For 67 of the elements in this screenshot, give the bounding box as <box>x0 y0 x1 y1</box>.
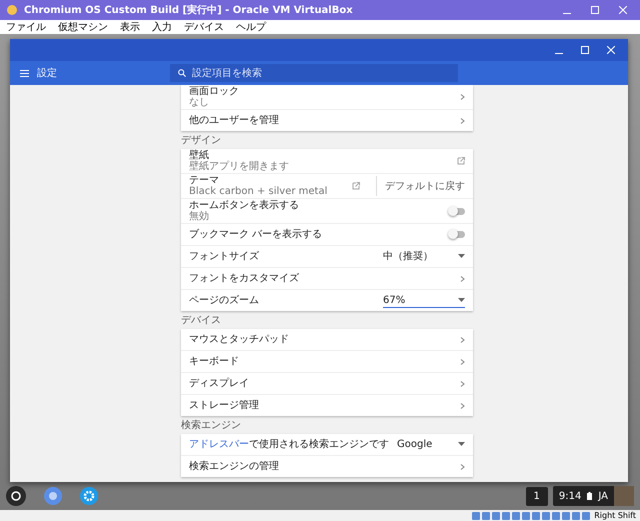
minimize-icon <box>555 52 563 54</box>
setting-value: Black carbon + silver metal <box>189 186 328 197</box>
setting-label: フォントをカスタマイズ <box>189 273 300 284</box>
external-link-icon <box>457 157 465 165</box>
caret-icon <box>458 254 465 258</box>
chevron-icon <box>460 380 465 386</box>
chevron-icon <box>460 94 465 100</box>
chevron-icon <box>460 358 465 364</box>
setting-label: 他のユーザーを管理 <box>189 115 280 126</box>
section-title: デザイン <box>181 134 222 148</box>
close-icon <box>607 46 615 54</box>
status-tray[interactable]: 9:14 JA <box>552 486 634 506</box>
setting-label: フォントサイズ <box>189 251 260 262</box>
caret-icon <box>458 298 465 302</box>
menu-item[interactable]: ファイル <box>6 20 46 34</box>
menu-item[interactable]: ヘルプ <box>236 20 266 34</box>
launcher-icon[interactable] <box>6 486 26 506</box>
menu-item[interactable]: 表示 <box>120 20 140 34</box>
setting-label: 壁紙 <box>189 150 210 161</box>
chevron-icon <box>460 402 465 408</box>
setting-label: ストレージ管理 <box>189 400 260 411</box>
chevron-icon <box>460 276 465 282</box>
menu-item[interactable]: デバイス <box>184 20 224 34</box>
setting-value: 無効 <box>189 211 210 222</box>
battery-icon <box>587 492 592 500</box>
setting-label: テーマ <box>189 175 220 186</box>
desk-badge[interactable]: 1 <box>526 486 548 506</box>
caret-icon <box>458 442 465 446</box>
setting-label: 検索エンジンの管理 <box>189 461 280 472</box>
dropdown[interactable]: 中（推奨） <box>383 250 465 264</box>
avatar-placeholder <box>614 486 634 506</box>
chevron-icon <box>460 336 465 342</box>
section-title: 検索エンジン <box>181 418 242 433</box>
setting-label: ホームボタンを表示する <box>189 200 300 211</box>
setting-value: なし <box>189 97 210 108</box>
setting-label: キーボード <box>189 356 240 367</box>
menu-item[interactable]: 入力 <box>152 20 172 34</box>
maximize-icon <box>581 46 589 54</box>
dropdown[interactable]: 67% <box>383 294 465 308</box>
maximize-icon <box>591 6 599 14</box>
toggle-switch[interactable] <box>449 231 465 238</box>
minimize-icon <box>563 12 571 14</box>
section-title: デバイス <box>181 314 222 328</box>
setting-label: 画面ロック <box>189 86 240 97</box>
reset-default-button[interactable]: デフォルトに戻す <box>376 176 465 196</box>
window-title: Chromium OS Custom Build [実行中] - Oracle VM VirtualBox <box>24 3 354 17</box>
host-key-label: Right Shift <box>594 511 636 520</box>
chevron-icon <box>460 118 465 124</box>
setting-label: アドレスバーで使用される検索エンジンです <box>189 439 389 450</box>
app-icon <box>6 4 18 16</box>
settings-icon[interactable] <box>80 487 98 505</box>
setting-label: ディスプレイ <box>189 378 250 389</box>
setting-label: ページのズーム <box>189 295 260 306</box>
close-icon <box>619 6 627 14</box>
dropdown[interactable]: Google <box>397 438 465 452</box>
browser-icon[interactable] <box>44 487 62 505</box>
external-link-icon <box>352 182 360 190</box>
chevron-icon <box>460 464 465 470</box>
search-icon <box>178 69 186 77</box>
setting-label: ブックマーク バーを表示する <box>189 229 324 240</box>
setting-label: マウスとタッチパッド <box>189 334 290 345</box>
setting-value: 壁紙アプリを開きます <box>189 161 290 172</box>
toggle-switch[interactable] <box>449 208 465 214</box>
menu-icon[interactable] <box>20 70 29 76</box>
menu-item[interactable]: 仮想マシン <box>58 20 108 34</box>
search-field[interactable]: 設定項目を検索 <box>170 64 458 82</box>
page-title-text: 設定 <box>37 66 57 80</box>
